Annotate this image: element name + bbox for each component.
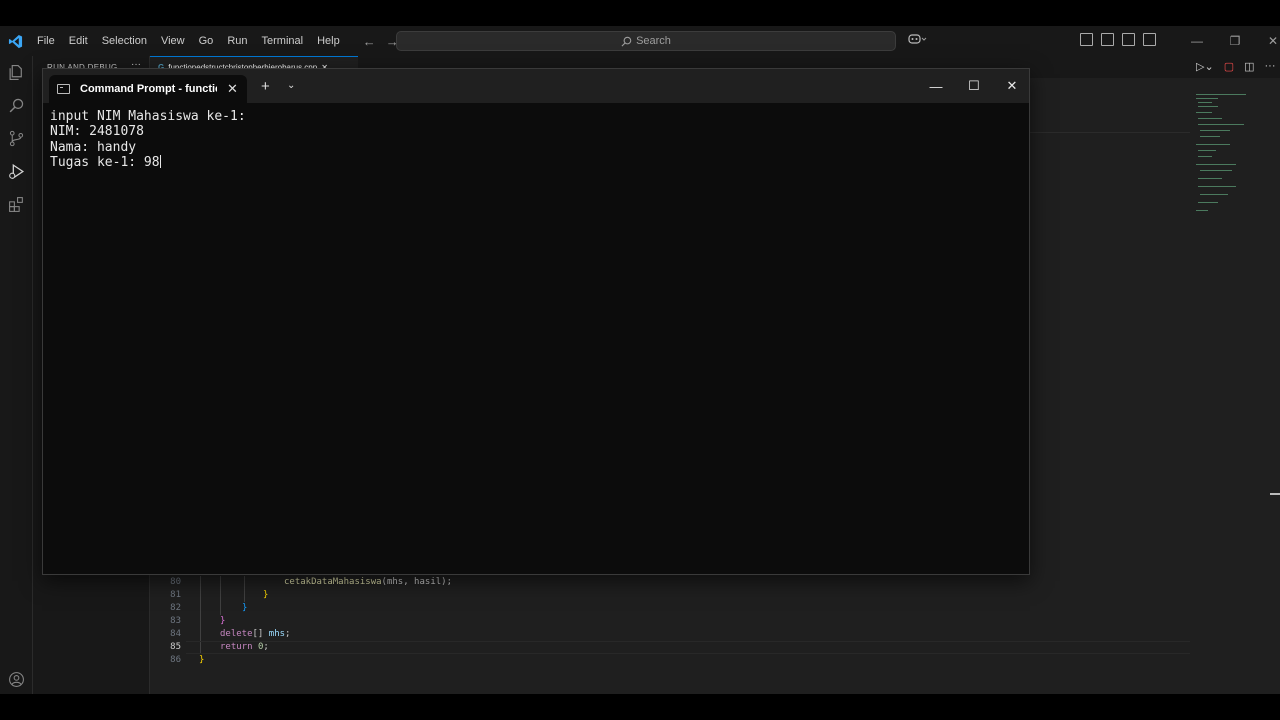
toggle-secondary-sidebar-icon[interactable] [1143,33,1156,46]
explorer-icon[interactable] [6,62,26,82]
menu-selection[interactable]: Selection [95,26,154,56]
text-cursor [159,155,161,169]
scrollbar-marker[interactable] [1270,493,1280,495]
split-editor-icon[interactable]: ◫ [1244,60,1254,73]
layout-controls [1080,33,1156,46]
code-editor[interactable]: 80 cetakDataMahasiswa(mhs, hasil); 81 } … [150,576,1190,667]
chevron-down-icon[interactable]: ⌄ [287,80,295,91]
cmd-window-controls: — ☐ ✕ [917,75,1031,97]
terminal-output[interactable]: input NIM Mahasiswa ke-1: NIM: 2481078 N… [50,109,1020,171]
account-icon[interactable] [6,669,26,689]
code-line-80: 80 cetakDataMahasiswa(mhs, hasil); [150,576,1190,589]
line-number: 84 [170,629,181,639]
search-placeholder: Search [636,35,671,47]
menu-terminal[interactable]: Terminal [255,26,311,56]
line-number: 81 [170,590,181,600]
maximize-icon[interactable]: ☐ [955,75,993,97]
vscode-logo-icon [0,26,30,56]
terminal-line: input NIM Mahasiswa ke-1: [50,109,246,124]
terminal-line: Nama: handy [50,139,137,155]
code-token: return [220,642,253,652]
line-number: 83 [170,616,181,626]
editor-more-icon[interactable]: ··· [1265,60,1276,73]
search-icon [621,36,632,46]
line-number: 85 [170,642,181,652]
code-line-84: 84 delete[] mhs; [150,628,1190,641]
source-control-icon[interactable] [6,128,26,148]
customize-layout-icon[interactable] [1080,33,1093,46]
menu-help[interactable]: Help [310,26,347,56]
letterbox-top [0,0,1280,26]
line-number: 80 [170,577,181,587]
run-file-icon[interactable]: ▷⌄ [1196,60,1214,73]
code-token: ; [263,642,269,652]
letterbox-bottom [0,694,1280,720]
nav-arrows: ← → [363,34,399,49]
current-line-highlight [186,641,1190,654]
vscode-window-controls: — ❐ ✕ [1178,26,1280,56]
stop-icon[interactable]: ▢ [1224,60,1234,73]
copilot-icon[interactable] [908,33,928,48]
back-arrow-icon[interactable]: ← [363,34,376,49]
code-token: mhs [268,629,286,639]
terminal-line: NIM: 2481078 [50,124,144,140]
restore-icon[interactable]: ❐ [1216,26,1254,56]
cmd-tab-title: Command Prompt - functione [80,83,217,95]
code-token: } [199,655,205,665]
tab-close-icon[interactable]: ✕ [227,81,238,97]
line-number: 82 [170,603,181,613]
toggle-panel-icon[interactable] [1122,33,1135,46]
menu-go[interactable]: Go [192,26,221,56]
cmd-titlebar[interactable]: Command Prompt - functione ✕ + ⌄ — ☐ ✕ [43,69,1029,103]
close-icon[interactable]: ✕ [993,75,1031,97]
minimize-icon[interactable]: — [917,75,955,97]
code-token: cetakDataMahasiswa [284,577,382,587]
command-prompt-window[interactable]: Command Prompt - functione ✕ + ⌄ — ☐ ✕ i… [42,68,1030,575]
extensions-icon[interactable] [6,194,26,214]
minimize-icon[interactable]: — [1178,26,1216,56]
minimap[interactable] [1190,90,1250,220]
close-icon[interactable]: ✕ [1254,26,1280,56]
code-token: delete [220,629,253,639]
terminal-icon [57,84,70,94]
activity-bar [0,56,33,694]
cmd-tab[interactable]: Command Prompt - functione ✕ [49,75,247,103]
code-token: ; [285,629,291,639]
toggle-sidebar-icon[interactable] [1101,33,1114,46]
code-line-82: 82 } [150,602,1190,615]
run-and-debug-icon[interactable] [6,161,26,181]
command-center-search[interactable]: Search [396,31,896,51]
menu-edit[interactable]: Edit [62,26,95,56]
line-number: 86 [170,655,181,665]
menu-bar: File Edit Selection View Go Run Terminal… [30,26,347,56]
code-token: } [220,616,226,626]
code-line-85: 85 return 0; [150,641,1190,654]
code-line-86: 86 } [150,654,1190,667]
menu-file[interactable]: File [30,26,62,56]
menu-view[interactable]: View [154,26,192,56]
code-token: } [263,590,269,600]
new-tab-button[interactable]: + [261,78,270,95]
menu-run[interactable]: Run [220,26,254,56]
code-line-81: 81 } [150,589,1190,602]
code-token: } [242,603,248,613]
terminal-input-line[interactable]: Tugas ke-1: 98 [50,155,1020,170]
code-token: [] [252,629,269,639]
vscode-titlebar: File Edit Selection View Go Run Terminal… [0,26,1280,56]
search-icon[interactable] [6,95,26,115]
code-token: (mhs, hasil); [381,577,452,587]
code-line-83: 83 } [150,615,1190,628]
editor-actions: ▷⌄ ▢ ◫ ··· [1196,60,1276,73]
terminal-line-text: Tugas ke-1: 98 [50,155,160,171]
